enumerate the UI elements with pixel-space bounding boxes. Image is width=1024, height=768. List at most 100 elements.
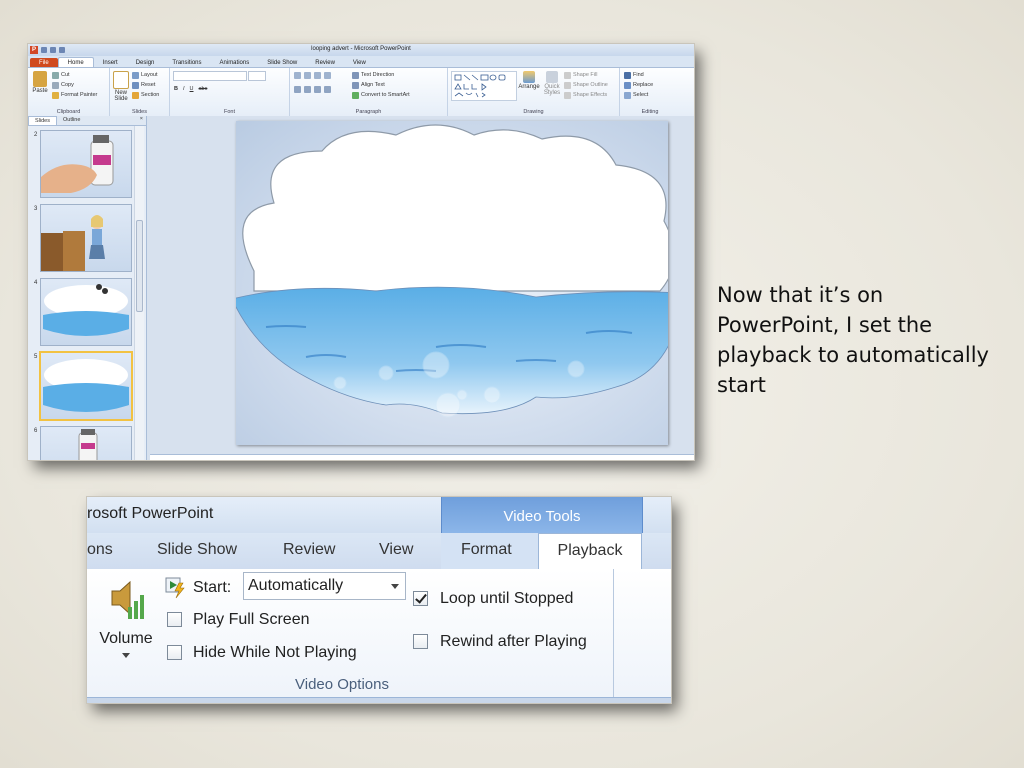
format-painter-button[interactable]: Format Painter (52, 90, 97, 100)
slide-thumbnail-row[interactable]: 2 (28, 128, 136, 198)
tab-review[interactable]: Review (306, 58, 344, 67)
bold-button[interactable]: B (174, 86, 178, 92)
select-button[interactable]: Select (624, 90, 653, 100)
thumbnail-scrollbar[interactable] (134, 126, 144, 460)
tab-slide-show[interactable]: Slide Show (258, 58, 306, 67)
playback-ribbon-screenshot: rosoft PowerPoint Video Tools ons Slide … (87, 497, 671, 703)
align-center-icon[interactable] (304, 86, 311, 93)
slide-thumbnail[interactable] (40, 426, 132, 460)
loop-until-stopped-checkbox[interactable] (413, 591, 428, 606)
shape-effects-button[interactable]: Shape Effects (564, 90, 608, 100)
italic-button[interactable]: I (183, 86, 185, 92)
align-left-icon[interactable] (294, 86, 301, 93)
hand-spray-can-image (41, 135, 114, 193)
slide-thumbnail-row[interactable]: 3 (28, 202, 136, 272)
text-direction-button[interactable]: Text Direction (352, 70, 410, 80)
current-slide[interactable] (231, 121, 683, 445)
tab-animations[interactable]: Animations (211, 58, 259, 67)
slide-number: 4 (34, 280, 38, 286)
align-text-button[interactable]: Align Text (352, 80, 410, 90)
volume-button[interactable]: Volume (95, 577, 157, 658)
tab-review[interactable]: Review (283, 541, 335, 559)
scrollbar-thumb[interactable] (136, 220, 143, 312)
slide-thumbnail-row-selected[interactable]: 5 (28, 350, 136, 421)
find-label: Find (633, 72, 644, 78)
notes-pane[interactable] (150, 454, 694, 460)
copy-label: Copy (61, 82, 74, 88)
slide-thumbnail-row[interactable]: 4 (28, 276, 136, 346)
copy-icon (52, 81, 59, 89)
reset-icon (132, 81, 139, 89)
underline-button[interactable]: U (190, 86, 194, 92)
slide-number: 3 (34, 206, 38, 212)
play-full-screen-label[interactable]: Play Full Screen (193, 611, 310, 629)
chevron-down-icon (122, 653, 130, 658)
panel-tabs: Slides Outline × (28, 116, 146, 126)
slide-thumbnail[interactable] (40, 130, 132, 198)
font-size-combo[interactable] (248, 71, 266, 81)
tab-outline[interactable]: Outline (57, 116, 86, 125)
tab-format[interactable]: Format (461, 541, 512, 559)
close-icon[interactable]: × (137, 116, 146, 125)
slide-thumbnail[interactable] (40, 204, 132, 272)
hide-while-not-playing-label[interactable]: Hide While Not Playing (193, 644, 357, 662)
editing-group: Find Replace Select Editing (620, 68, 680, 116)
slide-thumbnail[interactable] (40, 278, 132, 346)
new-slide-button[interactable]: New Slide (112, 70, 130, 102)
section-button[interactable]: Section (132, 90, 159, 100)
start-lightning-icon (165, 577, 185, 599)
tab-transitions[interactable]: Transitions (163, 58, 210, 67)
line-spacing-icon[interactable] (324, 72, 331, 79)
text-direction-icon (352, 71, 359, 79)
shapes-gallery[interactable] (451, 71, 517, 101)
quick-styles-icon (546, 71, 558, 83)
layout-button[interactable]: Layout (132, 70, 159, 80)
shapes-icon (454, 74, 506, 98)
rewind-after-playing-checkbox[interactable] (413, 634, 428, 649)
indent-icon[interactable] (314, 72, 321, 79)
editing-group-label: Editing (641, 109, 659, 115)
arrange-icon (523, 71, 535, 83)
tab-view[interactable]: View (379, 541, 413, 559)
slide-thumbnail-selected[interactable] (39, 351, 133, 421)
tab-playback[interactable]: Playback (538, 533, 642, 569)
font-name-combo[interactable] (173, 71, 247, 81)
loop-until-stopped-label[interactable]: Loop until Stopped (440, 590, 573, 608)
paste-button[interactable]: Paste (31, 70, 49, 94)
smartart-icon (352, 91, 359, 99)
tab-slides[interactable]: Slides (28, 116, 57, 125)
hide-while-not-playing-checkbox[interactable] (167, 645, 182, 660)
tab-file[interactable]: File (30, 58, 58, 67)
copy-button[interactable]: Copy (52, 80, 97, 90)
slide-thumbnail-row[interactable]: 6 (28, 424, 136, 460)
tab-home[interactable]: Home (57, 57, 94, 67)
reset-button[interactable]: Reset (132, 80, 159, 90)
find-button[interactable]: Find (624, 70, 653, 80)
drawing-group-label: Drawing (523, 109, 544, 115)
start-dropdown[interactable]: Automatically (243, 572, 406, 600)
shape-outline-button[interactable]: Shape Outline (564, 80, 608, 90)
replace-button[interactable]: Replace (624, 80, 653, 90)
play-full-screen-checkbox[interactable] (167, 612, 182, 627)
numbering-icon[interactable] (304, 72, 311, 79)
rewind-after-playing-label[interactable]: Rewind after Playing (440, 633, 587, 651)
cut-button[interactable]: Cut (52, 70, 97, 80)
slide-number: 2 (34, 132, 38, 138)
tab-insert[interactable]: Insert (94, 58, 127, 67)
tab-slide-show[interactable]: Slide Show (157, 541, 237, 559)
strikethrough-button[interactable]: abc (199, 86, 208, 92)
tab-design[interactable]: Design (127, 58, 164, 67)
paragraph-group-label: Paragraph (355, 109, 382, 115)
quick-styles-button[interactable]: Quick Styles (542, 70, 562, 96)
slides-group: New Slide Layout Reset Section Slides (110, 68, 170, 116)
bullets-icon[interactable] (294, 72, 301, 79)
quick-styles-label: Quick Styles (543, 84, 561, 96)
shape-fill-button[interactable]: Shape Fill (564, 70, 608, 80)
arrange-button[interactable]: Arrange (518, 70, 540, 90)
align-right-icon[interactable] (314, 86, 321, 93)
justify-icon[interactable] (324, 86, 331, 93)
tab-view[interactable]: View (344, 58, 375, 67)
chevron-down-icon (391, 584, 399, 589)
tab-animations[interactable]: ons (87, 541, 113, 559)
convert-smartart-button[interactable]: Convert to SmartArt (352, 90, 410, 100)
